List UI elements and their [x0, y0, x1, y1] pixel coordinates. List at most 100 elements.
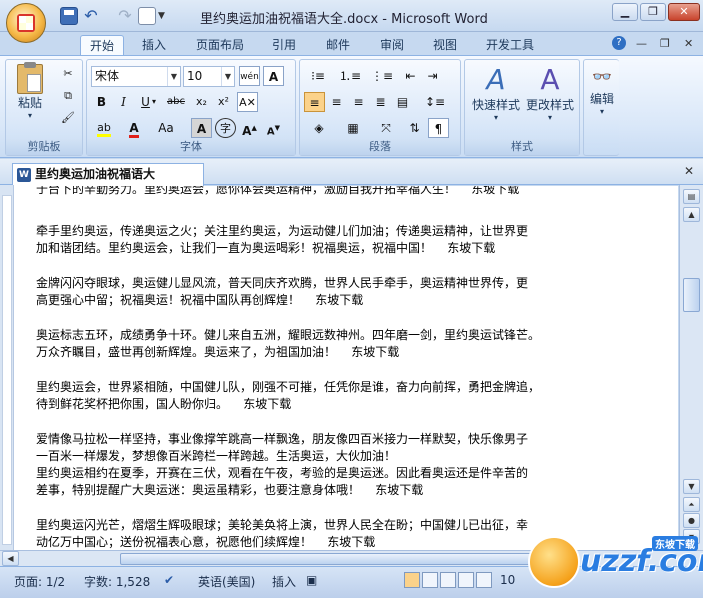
sort-icon[interactable]: ⇅ — [404, 118, 425, 138]
proofing-icon[interactable]: ✔ — [164, 573, 174, 587]
italic-button[interactable]: I — [113, 92, 134, 112]
document-page[interactable]: 于台下的辛勤努力。里约奥运会，愿你体会奥运精神，激励自我开拓幸福人生！ 东坡下载… — [14, 186, 678, 550]
superscript-button[interactable]: x² — [213, 92, 234, 112]
align-left-icon[interactable]: ≡ — [304, 92, 325, 112]
select-browse-object-icon[interactable]: ● — [683, 513, 700, 528]
page-count[interactable]: 页面: 1/2 — [14, 573, 65, 590]
grow-font-button[interactable]: A▲ — [239, 118, 260, 138]
quick-styles-button[interactable]: A 快速样式 ▾ — [469, 64, 523, 126]
distributed-icon[interactable]: ▤ — [392, 92, 413, 112]
vertical-scroll-thumb[interactable] — [683, 278, 700, 312]
change-styles-icon: A — [540, 63, 560, 96]
full-screen-reading-icon[interactable] — [422, 572, 438, 588]
undo-icon[interactable]: ↶ — [82, 7, 100, 25]
font-size-select[interactable]: 10 ▼ — [183, 66, 235, 87]
shading-icon[interactable]: ◈ — [304, 118, 334, 138]
increase-indent-icon[interactable]: ⇥ — [422, 66, 443, 86]
restore-button[interactable]: ❐ — [640, 3, 666, 21]
line-spacing-icon[interactable]: ↕≡ — [420, 92, 450, 112]
tab-mailings[interactable]: 邮件 — [318, 35, 358, 56]
scroll-left-icon[interactable]: ◀ — [2, 551, 19, 566]
doc-line: 爱情像马拉松一样坚持，事业像撑竿跳高一样飘逸，朋友像四百米接力一样默契，快乐像男… — [36, 432, 529, 446]
vertical-ruler — [2, 195, 12, 545]
help-icon[interactable]: ? — [612, 36, 626, 50]
ribbon-minimize-icon[interactable]: — — [636, 37, 647, 50]
minimize-button[interactable]: ▁ — [612, 3, 638, 21]
doc-line: 奥运标志五环，成绩勇争十环。健儿来自五洲，耀眼远数神州。四年磨一剑，里约奥运试锋… — [36, 328, 541, 342]
ribbon: 粘贴 ▾ ✂ ⧉ 🖌 剪贴板 宋体 ▼ 10 ▼ wén A B I U ▾ abc… — [0, 55, 703, 158]
outline-view-icon[interactable] — [458, 572, 474, 588]
ruler-toggle-icon[interactable]: ▤ — [683, 189, 700, 204]
multilevel-list-icon[interactable]: ⋮≡ — [368, 66, 396, 86]
tab-view[interactable]: 视图 — [425, 35, 465, 56]
editing-button[interactable]: 👓 编辑 ▾ — [586, 64, 618, 126]
chevron-down-icon[interactable]: ▾ — [149, 92, 159, 112]
highlight-color-button[interactable]: ab — [91, 118, 117, 138]
bold-button[interactable]: B — [91, 92, 112, 112]
shrink-font-button[interactable]: A▼ — [263, 118, 284, 138]
macro-record-icon[interactable]: ▣ — [306, 573, 317, 587]
print-preview-icon[interactable] — [138, 7, 156, 25]
clear-formatting-button[interactable]: A✕ — [237, 92, 258, 112]
tab-references[interactable]: 引用 — [264, 35, 304, 56]
font-color-button[interactable]: A — [121, 118, 147, 138]
align-right-icon[interactable]: ≡ — [348, 92, 369, 112]
redo-icon[interactable]: ↷ — [116, 7, 134, 25]
doc-line: 里约奥运相约在夏季，开赛在三伏，观看在午夜，考验的是奥运迷。因此看奥运还是件辛苦… — [36, 466, 529, 480]
tab-page-layout[interactable]: 页面布局 — [188, 35, 252, 56]
zoom-level[interactable]: 10 — [500, 573, 515, 587]
format-painter-icon[interactable]: 🖌 — [58, 108, 78, 128]
paste-button[interactable]: 粘贴 ▾ — [12, 62, 48, 124]
draft-view-icon[interactable] — [476, 572, 492, 588]
vertical-ruler-bar — [0, 185, 14, 550]
align-center-icon[interactable]: ≡ — [326, 92, 347, 112]
change-styles-button[interactable]: A 更改样式 ▾ — [523, 64, 577, 126]
numbering-icon[interactable]: ⒈≡ — [336, 66, 364, 86]
office-button[interactable] — [6, 3, 46, 43]
scroll-up-icon[interactable]: ▲ — [683, 207, 700, 222]
quick-styles-label: 快速样式 — [471, 98, 520, 112]
doc-line: 金牌闪闪夺眼球，奥运健儿显风流，普天同庆齐欢腾，世界人民手牵手，奥运精神世界传，… — [36, 276, 529, 290]
copy-icon[interactable]: ⧉ — [58, 86, 78, 106]
paragraph-group-label: 段落 — [300, 139, 460, 155]
borders-icon[interactable]: ▦ — [338, 118, 368, 138]
character-border-button[interactable]: A — [263, 66, 284, 86]
ribbon-close-icon[interactable]: ✕ — [684, 37, 693, 50]
ribbon-tabs: 开始 插入 页面布局 引用 邮件 审阅 视图 开发工具 ? — ❐ ✕ — [0, 32, 703, 57]
close-button[interactable]: ✕ — [668, 3, 700, 21]
tab-developer[interactable]: 开发工具 — [478, 35, 542, 56]
phonetic-guide-button[interactable]: wén — [239, 66, 260, 86]
subscript-button[interactable]: x₂ — [191, 92, 212, 112]
bullets-icon[interactable]: ⁝≡ — [304, 66, 332, 86]
justify-icon[interactable]: ≣ — [370, 92, 391, 112]
document-tab[interactable]: W 里约奥运加油祝福语大全.docx — [12, 163, 204, 202]
scroll-down-icon[interactable]: ▼ — [683, 479, 700, 494]
show-hide-marks-icon[interactable]: ¶ — [428, 118, 449, 138]
enclose-characters-button[interactable]: 字 — [215, 118, 236, 138]
cut-icon[interactable]: ✂ — [58, 64, 78, 84]
print-layout-view-icon[interactable] — [404, 572, 420, 588]
vertical-scrollbar[interactable]: ▤ ▲ ▼ ⏶ ● ⏷ — [679, 185, 703, 550]
insert-mode[interactable]: 插入 — [272, 573, 296, 590]
ribbon-restore-icon[interactable]: ❐ — [660, 37, 670, 50]
previous-page-icon[interactable]: ⏶ — [683, 497, 700, 512]
decrease-indent-icon[interactable]: ⇤ — [400, 66, 421, 86]
web-layout-icon[interactable] — [440, 572, 456, 588]
font-name-select[interactable]: 宋体 ▼ — [91, 66, 181, 87]
site-watermark: uzzf.com 东坡下载 — [524, 534, 703, 592]
customize-qat-icon[interactable]: ▼ — [158, 7, 176, 25]
word-count[interactable]: 字数: 1,528 — [84, 573, 150, 590]
character-shading-button[interactable]: A — [191, 118, 212, 138]
clipboard-group-label: 剪贴板 — [6, 139, 82, 155]
close-document-icon[interactable]: ✕ — [684, 164, 694, 178]
doc-line: 动亿万中国心；送份祝福表心意，祝愿他们续辉煌！ 东坡下载 — [36, 535, 376, 549]
tab-review[interactable]: 审阅 — [372, 35, 412, 56]
horizontal-scroll-thumb[interactable] — [120, 553, 560, 565]
strikethrough-button[interactable]: abc — [163, 92, 189, 112]
tab-insert[interactable]: 插入 — [134, 35, 174, 56]
save-icon[interactable] — [60, 7, 78, 25]
language-status[interactable]: 英语(美国) — [198, 573, 255, 590]
chinese-layout-icon[interactable]: ⤧ — [372, 118, 400, 138]
tab-home[interactable]: 开始 — [80, 35, 124, 57]
change-case-button[interactable]: Aa — [151, 118, 181, 138]
